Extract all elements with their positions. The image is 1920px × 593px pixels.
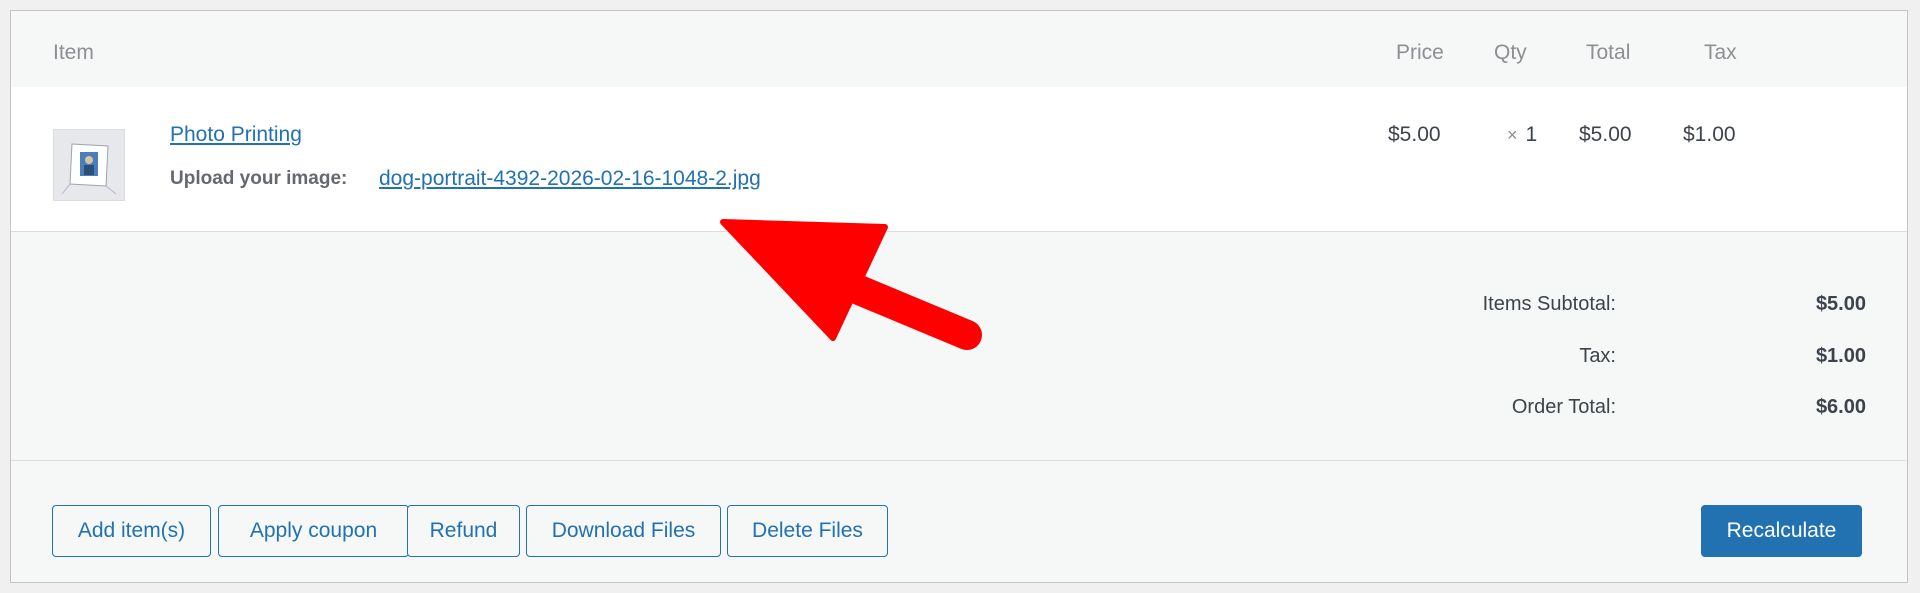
order-actions: Add item(s) Apply coupon Refund Download…	[11, 461, 1907, 583]
product-name-link[interactable]: Photo Printing	[170, 123, 302, 147]
recalculate-button[interactable]: Recalculate	[1701, 505, 1862, 557]
header-qty: Qty	[1494, 41, 1527, 64]
item-price: $5.00	[1388, 123, 1441, 146]
subtotal-value: $5.00	[1815, 293, 1866, 315]
subtotal-label: Items Subtotal:	[1482, 293, 1616, 315]
table-header: Item Price Qty Total Tax	[11, 11, 1907, 87]
table-row: Photo Printing Upload your image: dog-po…	[11, 87, 1907, 232]
order-total-value: $6.00	[1815, 396, 1866, 418]
order-totals: Items Subtotal: $5.00 Tax: $1.00 Order T…	[11, 232, 1907, 461]
order-total-label: Order Total:	[1511, 396, 1616, 418]
upload-meta-label: Upload your image:	[170, 168, 348, 189]
download-files-button[interactable]: Download Files	[526, 505, 721, 557]
header-item: Item	[53, 41, 94, 64]
item-tax: $1.00	[1683, 123, 1736, 146]
apply-coupon-button[interactable]: Apply coupon	[218, 505, 409, 557]
tax-value: $1.00	[1815, 345, 1866, 367]
qty-value: 1	[1525, 123, 1538, 146]
header-tax: Tax	[1704, 41, 1737, 64]
product-thumbnail[interactable]	[53, 129, 125, 201]
photo-thumbnail-icon	[54, 130, 124, 200]
delete-files-button[interactable]: Delete Files	[727, 505, 888, 557]
refund-button[interactable]: Refund	[407, 505, 520, 557]
item-total: $5.00	[1579, 123, 1632, 146]
uploaded-file-link[interactable]: dog-portrait-4392-2026-02-16-1048-2.jpg	[379, 167, 761, 191]
order-items-panel: Item Price Qty Total Tax Photo Printing …	[10, 10, 1908, 583]
header-total: Total	[1586, 41, 1631, 64]
header-price: Price	[1396, 41, 1444, 64]
item-qty: × 1	[1507, 123, 1537, 147]
add-items-button[interactable]: Add item(s)	[52, 505, 211, 557]
qty-multiply-symbol: ×	[1507, 125, 1518, 145]
tax-label: Tax:	[1579, 345, 1616, 367]
